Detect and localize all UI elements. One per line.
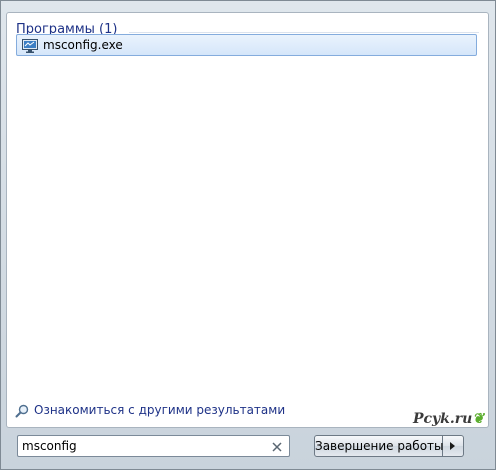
- shutdown-controls: Завершение работы: [314, 435, 464, 457]
- result-item-msconfig[interactable]: msconfig.exe: [16, 34, 477, 56]
- system-configuration-icon: [22, 38, 38, 53]
- leaf-icon: ❦: [472, 411, 485, 427]
- chevron-right-icon: [450, 442, 455, 450]
- start-menu-panel: Программы (1) msconfig.exe Ознакомиться …: [0, 0, 496, 470]
- start-search-box[interactable]: [17, 435, 290, 457]
- site-watermark: Pcyk.ru❦: [413, 411, 484, 427]
- shutdown-options-button[interactable]: [443, 435, 464, 457]
- result-item-label: msconfig.exe: [43, 38, 123, 52]
- search-magnifier-icon: [15, 403, 29, 418]
- search-input[interactable]: [22, 438, 262, 454]
- see-more-results-label: Ознакомиться с другими результатами: [34, 403, 286, 417]
- clear-x-icon[interactable]: [270, 439, 284, 453]
- search-results-pane: Программы (1) msconfig.exe Ознакомиться …: [6, 12, 489, 428]
- shutdown-button[interactable]: Завершение работы: [314, 435, 444, 457]
- section-divider: [129, 32, 479, 33]
- watermark-text: Pcyk.ru: [413, 411, 473, 427]
